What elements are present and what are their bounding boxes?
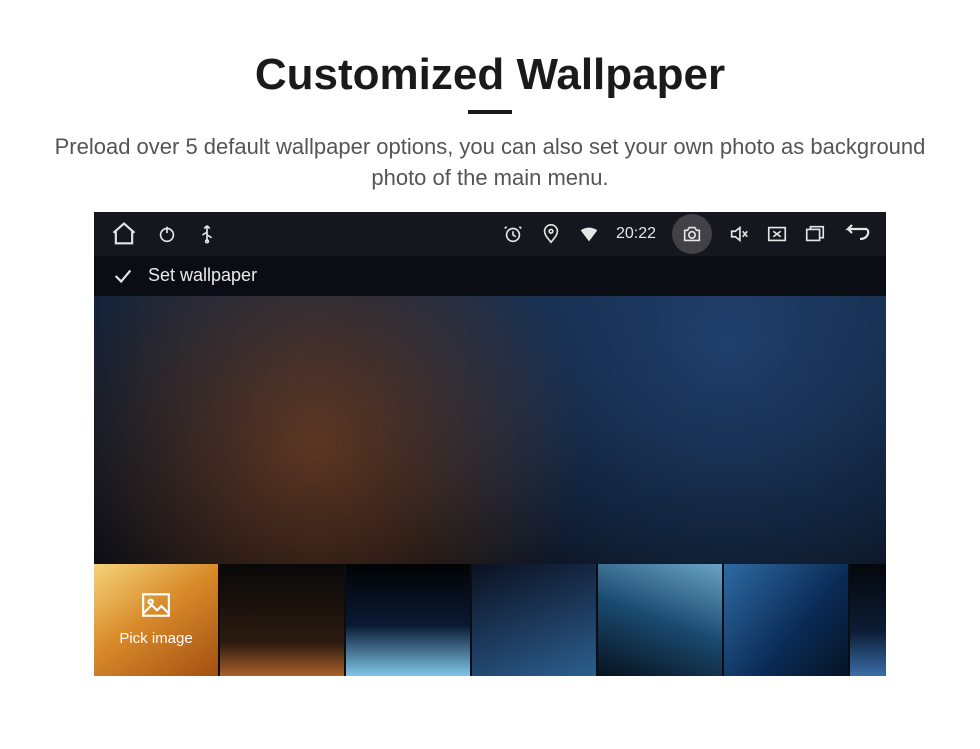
wallpaper-thumb-1[interactable] bbox=[220, 564, 344, 676]
wifi-icon bbox=[578, 223, 600, 245]
location-icon bbox=[540, 223, 562, 245]
wallpaper-thumb-6[interactable] bbox=[850, 564, 886, 676]
device-screenshot: 20:22 Set wallpaper bbox=[94, 212, 886, 676]
screen-titlebar: Set wallpaper bbox=[94, 256, 886, 296]
wallpaper-preview bbox=[94, 296, 886, 564]
status-time: 20:22 bbox=[616, 225, 656, 243]
power-icon[interactable] bbox=[156, 223, 178, 245]
image-icon bbox=[141, 592, 171, 622]
usb-icon bbox=[196, 223, 218, 245]
page-subtitle: Preload over 5 default wallpaper options… bbox=[0, 132, 980, 194]
screenshot-button[interactable] bbox=[672, 214, 712, 254]
alarm-icon bbox=[502, 223, 524, 245]
pick-image-tile[interactable]: Pick image bbox=[94, 564, 218, 676]
wallpaper-thumb-4[interactable] bbox=[598, 564, 722, 676]
recent-apps-icon[interactable] bbox=[804, 223, 826, 245]
page-title: Customized Wallpaper bbox=[0, 50, 980, 100]
status-bar: 20:22 bbox=[94, 212, 886, 256]
screen-title: Set wallpaper bbox=[148, 265, 257, 286]
wallpaper-thumb-2[interactable] bbox=[346, 564, 470, 676]
home-icon[interactable] bbox=[110, 220, 138, 248]
wallpaper-thumb-3[interactable] bbox=[472, 564, 596, 676]
mute-icon[interactable] bbox=[728, 223, 750, 245]
confirm-icon[interactable] bbox=[112, 265, 134, 287]
back-icon[interactable] bbox=[842, 220, 870, 248]
title-underline bbox=[468, 110, 512, 114]
wallpaper-thumbnail-strip: Pick image bbox=[94, 564, 886, 676]
pick-image-label: Pick image bbox=[119, 630, 192, 647]
camera-icon bbox=[681, 223, 703, 245]
close-window-icon[interactable] bbox=[766, 223, 788, 245]
wallpaper-thumb-5[interactable] bbox=[724, 564, 848, 676]
